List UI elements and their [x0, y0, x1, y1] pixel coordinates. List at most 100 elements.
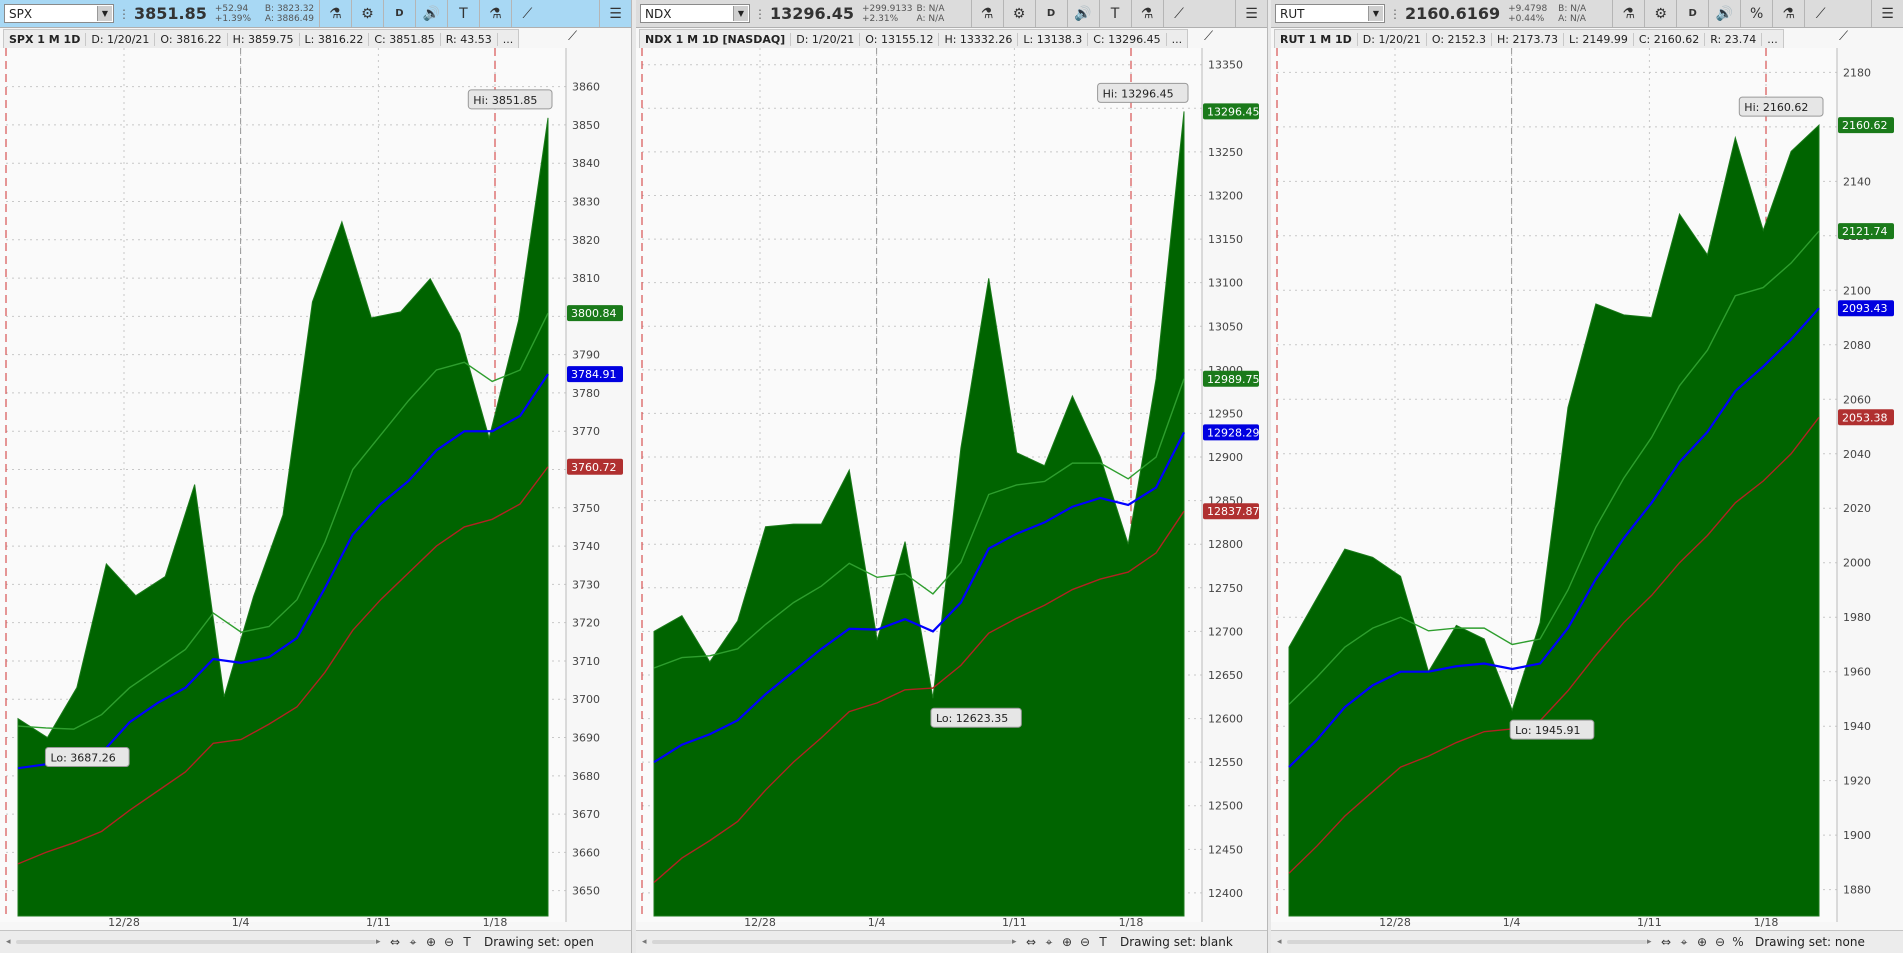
- menu-icon[interactable]: ☰: [1235, 0, 1267, 27]
- drawing-set-label[interactable]: Drawing set: open: [484, 935, 594, 949]
- scroll-left-icon[interactable]: ◂: [1277, 937, 1287, 947]
- bar-date: D: 1/20/21: [791, 32, 861, 46]
- alert-speaker-icon[interactable]: 🔊: [1708, 0, 1740, 27]
- zoom-out-icon[interactable]: ⊖: [1711, 935, 1729, 949]
- y-tick-label: 12950: [1208, 407, 1243, 420]
- scroll-left-icon[interactable]: ◂: [642, 937, 652, 947]
- info-more[interactable]: ...: [498, 33, 519, 46]
- info-more[interactable]: ...: [1167, 33, 1188, 46]
- y-tick-label: 3730: [572, 578, 600, 591]
- x-tick-label: 12/28: [108, 916, 140, 929]
- link-grip-icon[interactable]: ⋮: [1389, 4, 1401, 23]
- horizontal-scrollbar[interactable]: ◂ ▸: [642, 937, 1022, 947]
- expand-arrows-icon[interactable]: ⇔: [1657, 935, 1675, 949]
- drawing-set-label[interactable]: Drawing set: none: [1755, 935, 1865, 949]
- chevron-down-icon[interactable]: ▼: [97, 6, 112, 21]
- axis-scale-icon[interactable]: ⟋: [1839, 29, 1857, 45]
- price-chart-ndx[interactable]: 12400 12450 12500 12550 12600 12650 12700 12750…: [636, 48, 1267, 930]
- link-grip-icon[interactable]: ⋮: [118, 4, 130, 23]
- scroll-track[interactable]: [652, 940, 1012, 944]
- horizontal-scrollbar[interactable]: ◂ ▸: [1277, 937, 1657, 947]
- studies-beaker-icon[interactable]: ⚗: [1612, 0, 1644, 27]
- horizontal-scrollbar[interactable]: ◂ ▸: [6, 937, 386, 947]
- bar-high: H: 2173.73: [1492, 32, 1564, 46]
- change-percent: +2.31%: [862, 13, 899, 24]
- axis-scale-icon[interactable]: ⟋: [1204, 29, 1222, 45]
- y-tick-label: 3860: [572, 81, 600, 94]
- expand-arrows-icon[interactable]: ⇔: [1022, 935, 1040, 949]
- scroll-left-icon[interactable]: ◂: [6, 937, 16, 947]
- symbol-selector[interactable]: SPX ▼: [4, 4, 114, 23]
- axis-scale-icon[interactable]: ⟋: [568, 29, 586, 45]
- y-tick-label: 1880: [1843, 884, 1871, 897]
- zoom-in-icon[interactable]: ⊕: [1058, 935, 1076, 949]
- strategies-beaker-icon[interactable]: ⚗: [478, 0, 511, 27]
- zoom-out-icon[interactable]: ⊖: [440, 935, 458, 949]
- hi-callout: Hi: 2160.62: [1738, 96, 1824, 117]
- net-change: +9.4798 +0.44%: [1508, 4, 1554, 24]
- percent-icon[interactable]: %: [1729, 935, 1747, 949]
- settings-gear-icon[interactable]: ⚙: [1644, 0, 1676, 27]
- text-icon[interactable]: T: [458, 935, 476, 949]
- symbol-input[interactable]: SPX: [9, 7, 32, 21]
- strategies-beaker-icon[interactable]: ⚗: [1130, 0, 1163, 27]
- hi-callout-label: Hi: 13296.45: [1103, 87, 1174, 100]
- percent-icon[interactable]: %: [1740, 0, 1772, 27]
- drawing-tool-icon[interactable]: ⟋: [510, 0, 543, 27]
- scroll-right-icon[interactable]: ▸: [1647, 937, 1657, 947]
- scroll-right-icon[interactable]: ▸: [376, 937, 386, 947]
- symbol-input[interactable]: NDX: [645, 7, 671, 21]
- menu-icon[interactable]: ☰: [599, 0, 631, 27]
- aggregation-d-button[interactable]: D: [1676, 0, 1708, 27]
- crosshair-icon[interactable]: ⌖: [404, 935, 422, 950]
- strategies-beaker-icon[interactable]: ⚗: [1772, 0, 1804, 27]
- menu-icon[interactable]: ☰: [1871, 0, 1903, 27]
- text-tool-icon[interactable]: T: [446, 0, 479, 27]
- chevron-down-icon[interactable]: ▼: [1368, 6, 1383, 21]
- aggregation-d-button[interactable]: D: [1034, 0, 1067, 27]
- settings-gear-icon[interactable]: ⚙: [1002, 0, 1035, 27]
- x-tick-label: 1/11: [1637, 916, 1662, 929]
- change-percent: +1.39%: [214, 13, 252, 24]
- symbol-selector[interactable]: NDX ▼: [640, 4, 750, 23]
- x-tick-label: 12/28: [744, 916, 776, 929]
- link-grip-icon[interactable]: ⋮: [754, 4, 766, 23]
- zoom-in-icon[interactable]: ⊕: [1693, 935, 1711, 949]
- zoom-in-icon[interactable]: ⊕: [422, 935, 440, 949]
- crosshair-icon[interactable]: ⌖: [1675, 935, 1693, 950]
- bar-low: L: 13138.3: [1018, 32, 1089, 46]
- drawing-tool-icon[interactable]: ⟋: [1804, 0, 1836, 27]
- expand-arrows-icon[interactable]: ⇔: [386, 935, 404, 949]
- chevron-down-icon[interactable]: ▼: [733, 6, 748, 21]
- studies-beaker-icon[interactable]: ⚗: [318, 0, 351, 27]
- bid-value: B: N/A: [1558, 3, 1587, 14]
- text-icon[interactable]: T: [1094, 935, 1112, 949]
- y-tick-label: 3840: [572, 157, 600, 170]
- info-more[interactable]: ...: [1762, 33, 1783, 46]
- drawing-tool-icon[interactable]: ⟋: [1162, 0, 1195, 27]
- bar-range: R: 43.53: [441, 32, 498, 46]
- aggregation-d-button[interactable]: D: [382, 0, 415, 27]
- price-chart-rut[interactable]: 1880 1900 1920 1940 1960 1980 2000 2020 2040 2060…: [1271, 48, 1902, 930]
- scroll-right-icon[interactable]: ▸: [1012, 937, 1022, 947]
- price-chart-spx[interactable]: 3650 3660 3670 3680 3690 3700 3710 3720 3730 3740…: [0, 48, 631, 930]
- y-tick-label: 3770: [572, 425, 600, 438]
- x-tick-label: 1/4: [232, 916, 250, 929]
- panel-toolbar: SPX ▼ ⋮ 3851.85 +52.94 +1.39% B: 3823.32…: [0, 0, 631, 28]
- studies-beaker-icon[interactable]: ⚗: [970, 0, 1003, 27]
- symbol-selector[interactable]: RUT ▼: [1275, 4, 1385, 23]
- bar-open: O: 3816.22: [155, 32, 228, 46]
- price-tag-label: 3760.72: [571, 461, 617, 474]
- settings-gear-icon[interactable]: ⚙: [350, 0, 383, 27]
- alert-speaker-icon[interactable]: 🔊: [414, 0, 447, 27]
- y-tick-label: 12800: [1208, 538, 1243, 551]
- drawing-set-label[interactable]: Drawing set: blank: [1120, 935, 1233, 949]
- text-tool-icon[interactable]: T: [1098, 0, 1131, 27]
- price-tag-label: 2053.38: [1842, 411, 1888, 424]
- zoom-out-icon[interactable]: ⊖: [1076, 935, 1094, 949]
- symbol-input[interactable]: RUT: [1280, 7, 1304, 21]
- alert-speaker-icon[interactable]: 🔊: [1066, 0, 1099, 27]
- crosshair-icon[interactable]: ⌖: [1040, 935, 1058, 950]
- scroll-track[interactable]: [1287, 940, 1647, 944]
- scroll-track[interactable]: [16, 940, 376, 944]
